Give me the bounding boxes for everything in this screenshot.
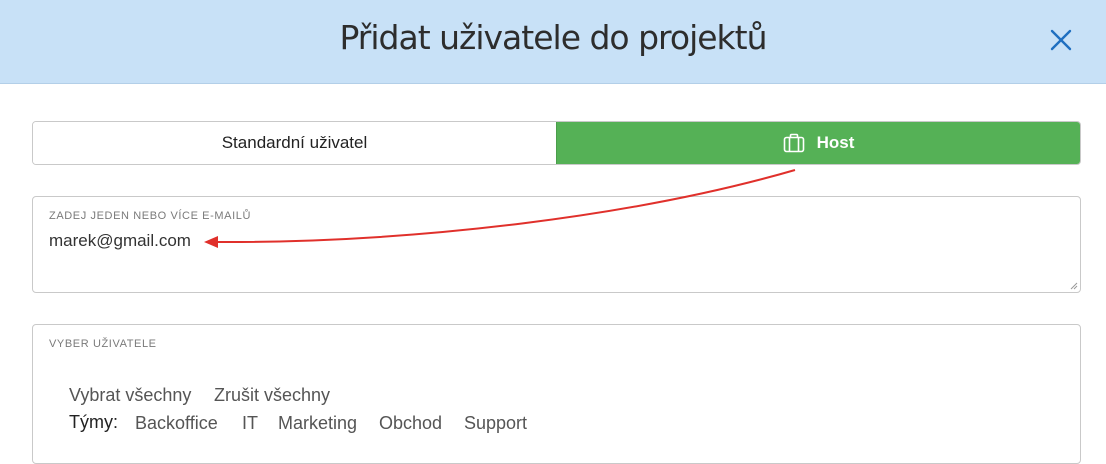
select-all-link[interactable]: Vybrat všechny	[69, 385, 191, 406]
standard-user-option[interactable]: Standardní uživatel	[33, 122, 556, 164]
teams-label: Týmy:	[69, 412, 118, 432]
standard-user-label: Standardní uživatel	[221, 133, 368, 152]
dialog-header: Přidat uživatele do projektů	[0, 0, 1106, 84]
team-it[interactable]: IT	[242, 413, 258, 434]
email-label: ZADEJ JEDEN NEBO VÍCE E-MAILŮ	[49, 210, 251, 222]
select-users-box: VYBER UŽIVATELE Vybrat všechny Zrušit vš…	[32, 324, 1081, 464]
team-backoffice[interactable]: Backoffice	[135, 413, 218, 434]
close-icon	[1050, 29, 1072, 51]
team-marketing[interactable]: Marketing	[278, 413, 357, 434]
email-box: ZADEJ JEDEN NEBO VÍCE E-MAILŮ marek@gmai…	[32, 196, 1081, 293]
email-input[interactable]: marek@gmail.com	[33, 227, 1078, 289]
deselect-all-link[interactable]: Zrušit všechny	[214, 385, 330, 406]
close-button[interactable]	[1046, 25, 1076, 55]
suitcase-icon	[783, 133, 804, 153]
team-support[interactable]: Support	[464, 413, 527, 434]
user-type-toggle: Standardní uživatel Host	[32, 121, 1081, 165]
team-obchod[interactable]: Obchod	[379, 413, 442, 434]
select-users-label: VYBER UŽIVATELE	[49, 338, 157, 350]
host-label: Host	[816, 133, 855, 152]
dialog-title: Přidat uživatele do projektů	[339, 18, 767, 57]
resize-grip-icon[interactable]	[1070, 282, 1078, 290]
host-option[interactable]: Host	[556, 122, 1080, 164]
